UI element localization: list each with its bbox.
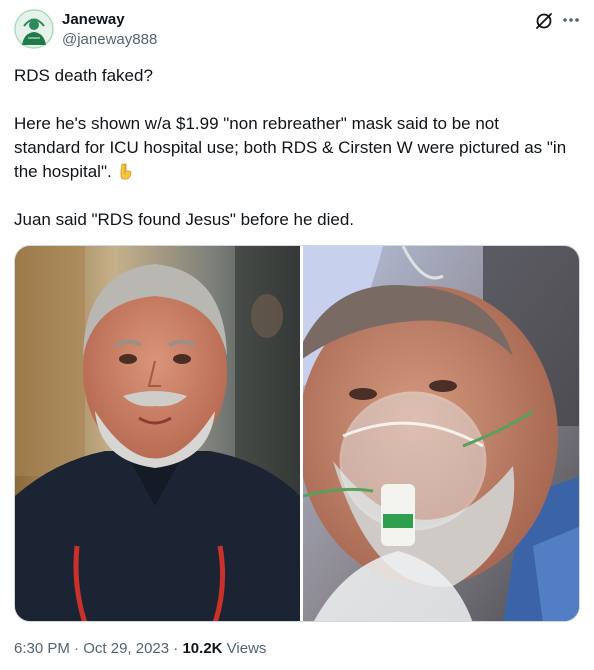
media-grid xyxy=(14,245,580,622)
tweet-text-line-with-emoji: the hospital". xyxy=(14,160,134,184)
tweet: Janeway @janeway888 RDS death faked? Her… xyxy=(0,0,594,670)
tweet-text-line: RDS death faked? xyxy=(14,66,153,85)
grok-slash-icon[interactable] xyxy=(534,11,554,31)
tweet-meta: 6:30 PM · Oct 29, 2023 · 10.2K Views xyxy=(14,640,266,658)
tweet-text-line: standard for ICU hospital use; both RDS … xyxy=(14,138,567,157)
avatar-illustration xyxy=(14,9,54,49)
hospital-mask-photo xyxy=(303,246,579,621)
views-label: Views xyxy=(222,640,267,657)
man-portrait-photo xyxy=(15,246,300,621)
meta-separator: · xyxy=(69,640,84,657)
tweet-text-line: Juan said "RDS found Jesus" before he di… xyxy=(14,210,354,229)
more-icon[interactable] xyxy=(560,10,582,30)
author-name[interactable]: Janeway xyxy=(62,11,125,29)
tweet-text-span: the hospital". xyxy=(14,162,112,181)
author-handle[interactable]: @janeway888 xyxy=(62,31,157,49)
right-photo[interactable] xyxy=(303,246,579,621)
tweet-date[interactable]: Oct 29, 2023 xyxy=(83,640,169,657)
tweet-time[interactable]: 6:30 PM xyxy=(14,640,70,657)
pointing-down-emoji-icon xyxy=(120,163,132,180)
tweet-text-line: Here he's shown w/a $1.99 "non rebreathe… xyxy=(14,114,499,133)
avatar[interactable] xyxy=(14,9,54,49)
left-photo[interactable] xyxy=(15,246,300,621)
views-count[interactable]: 10.2K xyxy=(182,640,222,657)
meta-separator: · xyxy=(169,640,183,657)
